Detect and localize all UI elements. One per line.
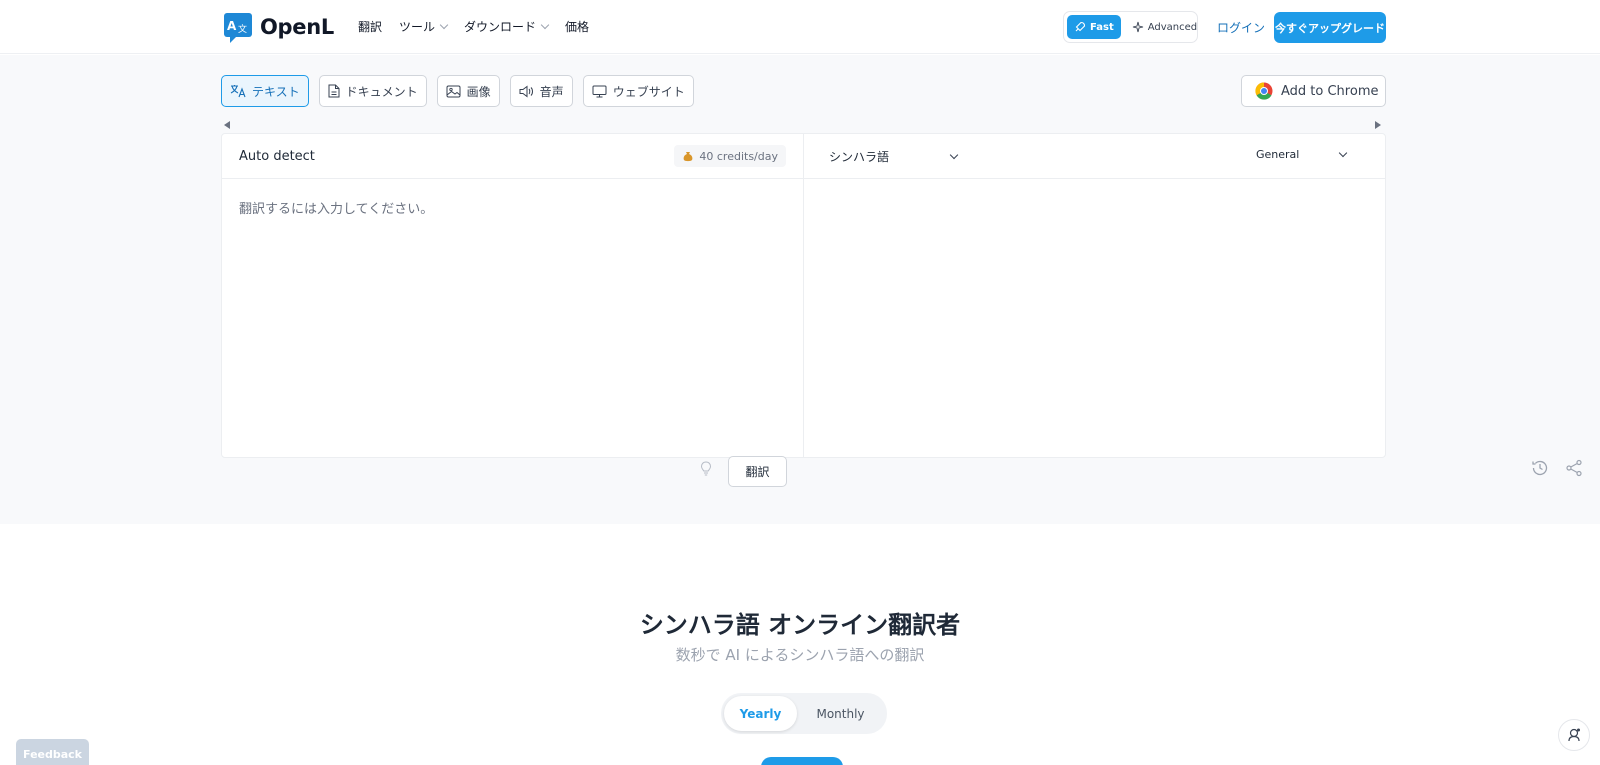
add-to-chrome-label: Add to Chrome [1281, 83, 1379, 99]
nav-translate[interactable]: 翻訳 [358, 18, 382, 35]
translator-stage: テキスト ドキュメント 画像 音声 ウェブサイト Add to Chrome A… [0, 55, 1600, 524]
top-header: A 文 OpenL 翻訳 ツール ダウンロード 価格 Fast Advanced [0, 0, 1600, 54]
nav-download-label: ダウンロード [464, 20, 537, 34]
main-nav: 翻訳 ツール ダウンロード 価格 [358, 18, 589, 35]
svg-text:文: 文 [238, 23, 247, 35]
mode-advanced-label: Advanced [1147, 21, 1198, 33]
svg-text:A: A [227, 19, 237, 33]
translation-mode-select[interactable]: General [1256, 148, 1348, 161]
source-pane-header: Auto detect 40 credits/day [222, 134, 803, 179]
share-icon[interactable] [1565, 459, 1583, 477]
rocket-icon [1075, 21, 1086, 32]
login-link[interactable]: ログイン [1217, 19, 1265, 36]
nav-translate-label: 翻訳 [358, 20, 383, 34]
billing-toggle: Yearly Monthly [721, 693, 887, 734]
target-pane: シンハラ語 General [804, 134, 1582, 477]
page-subtitle: 数秒で AI によるシンハラ語への翻訳 [675, 646, 925, 664]
pricing-cta-button[interactable] [761, 757, 843, 765]
target-language-label: シンハラ語 [829, 150, 890, 164]
tab-audio-label: 音声 [539, 84, 564, 99]
lightbulb-icon[interactable] [700, 461, 712, 477]
nav-tools[interactable]: ツール [399, 18, 449, 35]
nav-pricing-label: 価格 [565, 20, 590, 34]
credits-badge: 40 credits/day [674, 145, 786, 167]
tab-image-label: 画像 [466, 84, 491, 99]
nav-download[interactable]: ダウンロード [464, 18, 550, 35]
chevron-down-icon [540, 20, 550, 30]
money-bag-icon [684, 152, 693, 162]
mode-fast-label: Fast [1090, 21, 1114, 33]
mode-fast-button[interactable]: Fast [1067, 15, 1121, 39]
mode-advanced-button[interactable]: Advanced [1125, 15, 1204, 39]
sparkle-icon [1132, 21, 1143, 33]
tab-document-label: ドキュメント [345, 84, 418, 99]
tab-document[interactable]: ドキュメント [318, 75, 427, 107]
tab-website-label: ウェブサイト [612, 84, 685, 99]
add-to-chrome-button[interactable]: Add to Chrome [1241, 75, 1386, 107]
tab-image[interactable]: 画像 [436, 75, 500, 107]
tab-website[interactable]: ウェブサイト [582, 75, 694, 107]
mode-toggle: Fast Advanced [1063, 11, 1198, 43]
source-text-input[interactable] [239, 198, 784, 438]
credits-text: 40 credits/day [699, 149, 778, 163]
monitor-icon [592, 85, 607, 97]
translate-icon [230, 85, 246, 98]
tab-text-label: テキスト [252, 84, 300, 99]
translator-panel: Auto detect 40 credits/day 翻訳 シンハラ語 Gene… [221, 133, 1582, 487]
tab-text[interactable]: テキスト [221, 75, 309, 107]
speaker-icon [519, 85, 533, 97]
chevron-down-icon [1338, 148, 1348, 158]
logo-icon: A 文 [224, 13, 252, 43]
tab-audio[interactable]: 音声 [509, 75, 573, 107]
scroll-left-arrow[interactable] [224, 121, 230, 129]
input-type-tabs: テキスト ドキュメント 画像 音声 ウェブサイト [221, 75, 694, 107]
upgrade-button[interactable]: 今すぐアップグレード [1274, 12, 1386, 43]
document-icon [328, 84, 340, 98]
billing-yearly-option[interactable]: Yearly [724, 696, 797, 731]
feedback-button[interactable]: Feedback [16, 739, 89, 765]
translate-button[interactable]: 翻訳 [728, 456, 787, 487]
chrome-icon [1255, 82, 1273, 100]
target-pane-header: シンハラ語 General [804, 134, 1385, 179]
page-title: シンハラ語 オンライン翻訳者 [639, 611, 961, 639]
assistant-button[interactable] [1558, 719, 1590, 751]
source-language-select[interactable]: Auto detect [239, 149, 315, 164]
nav-tools-label: ツール [399, 20, 436, 34]
translation-mode-label: General [1256, 148, 1300, 161]
source-pane: Auto detect 40 credits/day 翻訳 [222, 134, 804, 487]
image-icon [446, 85, 461, 97]
chevron-down-icon [949, 150, 959, 160]
billing-monthly-option[interactable]: Monthly [797, 696, 884, 731]
scroll-right-arrow[interactable] [1375, 121, 1381, 129]
history-icon[interactable] [1531, 459, 1549, 477]
logo[interactable]: A 文 OpenL [224, 13, 334, 43]
target-language-select[interactable]: シンハラ語 [829, 148, 959, 165]
chevron-down-icon [439, 20, 449, 30]
assistant-icon [1568, 728, 1580, 742]
nav-pricing[interactable]: 価格 [565, 18, 589, 35]
logo-text: OpenL [260, 15, 334, 39]
